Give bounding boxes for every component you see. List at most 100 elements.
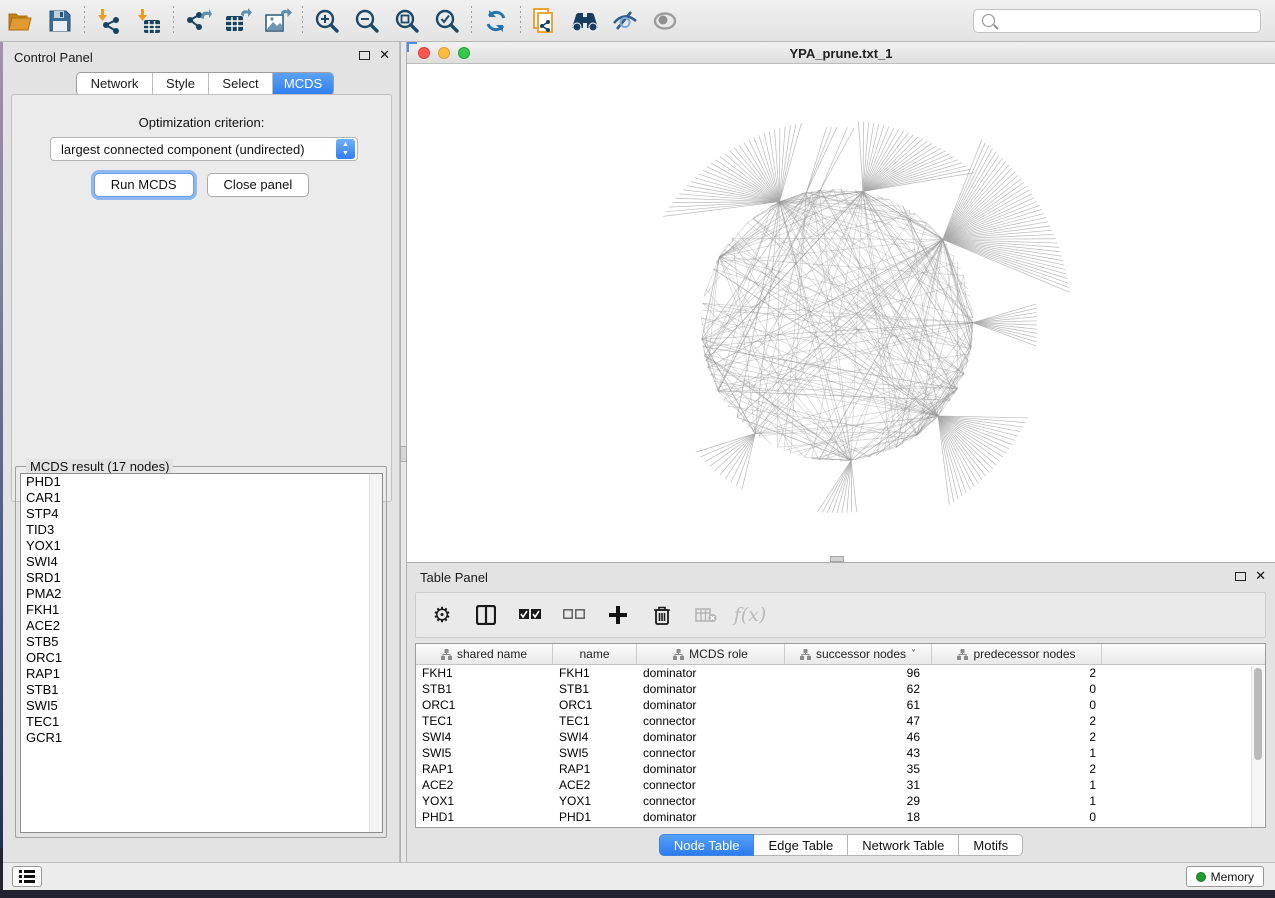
table-row[interactable]: YOX1YOX1connector291 — [416, 793, 1265, 809]
show-columns-icon[interactable] — [474, 603, 498, 627]
vertical-splitter-handle[interactable] — [400, 446, 407, 462]
save-session-icon[interactable] — [40, 4, 80, 38]
zoom-selected-icon[interactable] — [427, 4, 467, 38]
search-input[interactable] — [1000, 11, 1260, 31]
mcds-result-item[interactable]: TEC1 — [21, 714, 382, 730]
new-network-from-selection-icon[interactable] — [525, 4, 565, 38]
close-panel-button[interactable]: Close panel — [207, 173, 310, 197]
cell-name: ORC1 — [553, 697, 637, 713]
status-bar: Memory — [3, 862, 1275, 890]
vertical-splitter[interactable] — [400, 42, 407, 862]
mcds-result-item[interactable]: RAP1 — [21, 666, 382, 682]
cell-shared_name: YOX1 — [416, 793, 553, 809]
mcds-result-item[interactable]: SRD1 — [21, 570, 382, 586]
table-row[interactable]: SWI4SWI4dominator462 — [416, 729, 1265, 745]
delete-column-icon[interactable] — [650, 603, 674, 627]
mcds-result-group: MCDS result (17 nodes) PHD1CAR1STP4TID3Y… — [15, 466, 387, 838]
column-header-MCDS-role[interactable]: MCDS role — [637, 644, 785, 664]
column-header-successor-nodes[interactable]: successor nodes˅ — [785, 644, 932, 664]
show-all-icon[interactable] — [645, 4, 685, 38]
control-panel: Control Panel ✕ Network Style Select MCD… — [3, 42, 400, 862]
cell-successor_nodes: 35 — [785, 761, 932, 777]
tab-mcds[interactable]: MCDS — [273, 73, 333, 95]
close-panel-icon[interactable]: ✕ — [1255, 571, 1266, 582]
table-row[interactable]: ACE2ACE2connector311 — [416, 777, 1265, 793]
mcds-result-list[interactable]: PHD1CAR1STP4TID3YOX1SWI4SRD1PMA2FKH1ACE2… — [20, 473, 383, 833]
column-header-shared-name[interactable]: shared name — [416, 644, 553, 664]
clear-table-icon[interactable] — [694, 603, 718, 627]
optimization-criterion-select[interactable]: largest connected component (undirected)… — [50, 137, 358, 161]
function-builder-icon[interactable]: f(x) — [738, 603, 762, 627]
mcds-result-item[interactable]: CAR1 — [21, 490, 382, 506]
zoom-out-icon[interactable] — [347, 4, 387, 38]
table-scrollbar[interactable] — [1251, 666, 1264, 827]
tab-network-table[interactable]: Network Table — [848, 834, 959, 856]
mcds-result-item[interactable]: TID3 — [21, 522, 382, 538]
apply-layout-icon[interactable] — [476, 4, 516, 38]
cell-predecessor_nodes: 1 — [932, 793, 1102, 809]
table-scrollbar-thumb[interactable] — [1254, 668, 1262, 760]
column-header-name[interactable]: name — [553, 644, 637, 664]
mcds-list-scrollbar[interactable] — [369, 474, 382, 832]
search-box — [973, 9, 1261, 33]
float-panel-icon[interactable] — [1235, 572, 1246, 581]
mcds-result-item[interactable]: ACE2 — [21, 618, 382, 634]
table-header-row: shared name name MCDS rolesuccessor nodes˅… — [416, 644, 1265, 665]
mcds-result-item[interactable]: PHD1 — [21, 474, 382, 490]
export-image-icon[interactable] — [258, 4, 298, 38]
network-canvas[interactable] — [407, 64, 1275, 562]
tab-motifs[interactable]: Motifs — [959, 834, 1023, 856]
tab-edge-table[interactable]: Edge Table — [754, 834, 848, 856]
table-settings-gear-icon[interactable]: ⚙ — [430, 603, 454, 627]
tab-select[interactable]: Select — [209, 73, 273, 95]
toolbar-separator — [173, 6, 174, 36]
import-network-icon[interactable] — [89, 4, 129, 38]
mcds-result-item[interactable]: SWI4 — [21, 554, 382, 570]
zoom-in-icon[interactable] — [307, 4, 347, 38]
table-toolbar: ⚙ f(x) — [415, 592, 1266, 638]
mcds-result-item[interactable]: SWI5 — [21, 698, 382, 714]
mcds-result-item[interactable]: GCR1 — [21, 730, 382, 746]
run-mcds-button[interactable]: Run MCDS — [94, 173, 194, 197]
cell-name: FKH1 — [553, 665, 637, 681]
mcds-result-item[interactable]: STB1 — [21, 682, 382, 698]
mcds-result-item[interactable]: YOX1 — [21, 538, 382, 554]
table-row[interactable]: PHD1PHD1dominator180 — [416, 809, 1265, 825]
zoom-fit-icon[interactable] — [387, 4, 427, 38]
select-all-icon[interactable] — [518, 603, 542, 627]
cell-mcds_role: dominator — [637, 665, 785, 681]
tab-node-table[interactable]: Node Table — [659, 834, 755, 856]
export-table-icon[interactable] — [218, 4, 258, 38]
memory-button[interactable]: Memory — [1186, 866, 1264, 887]
table-row[interactable]: RAP1RAP1dominator352 — [416, 761, 1265, 777]
column-header-predecessor-nodes[interactable]: predecessor nodes — [932, 644, 1102, 664]
show-panels-list-button[interactable] — [12, 866, 42, 887]
table-row[interactable]: SWI5SWI5connector431 — [416, 745, 1265, 761]
mcds-result-item[interactable]: ORC1 — [21, 650, 382, 666]
mcds-result-item[interactable]: PMA2 — [21, 586, 382, 602]
tab-network[interactable]: Network — [77, 73, 153, 95]
table-row[interactable]: TEC1TEC1connector472 — [416, 713, 1265, 729]
mcds-result-item[interactable]: STB5 — [21, 634, 382, 650]
first-neighbors-icon[interactable] — [565, 4, 605, 38]
table-row[interactable]: ORC1ORC1dominator610 — [416, 697, 1265, 713]
cell-predecessor_nodes: 2 — [932, 729, 1102, 745]
cell-successor_nodes: 18 — [785, 809, 932, 825]
table-row[interactable]: FKH1FKH1dominator962 — [416, 665, 1265, 681]
open-file-icon[interactable] — [0, 4, 40, 38]
column-header-label: name — [579, 647, 609, 661]
column-type-icon — [441, 649, 452, 660]
export-network-icon[interactable] — [178, 4, 218, 38]
table-row[interactable]: STB1STB1dominator620 — [416, 681, 1265, 697]
horizontal-splitter-handle[interactable] — [830, 556, 844, 562]
close-panel-icon[interactable]: ✕ — [379, 50, 390, 61]
deselect-all-icon[interactable] — [562, 603, 586, 627]
hide-selected-icon[interactable] — [605, 4, 645, 38]
float-panel-icon[interactable] — [359, 51, 370, 60]
add-column-icon[interactable] — [606, 603, 630, 627]
tab-style[interactable]: Style — [153, 73, 209, 95]
import-table-icon[interactable] — [129, 4, 169, 38]
cell-mcds_role: dominator — [637, 697, 785, 713]
mcds-result-item[interactable]: FKH1 — [21, 602, 382, 618]
mcds-result-item[interactable]: STP4 — [21, 506, 382, 522]
